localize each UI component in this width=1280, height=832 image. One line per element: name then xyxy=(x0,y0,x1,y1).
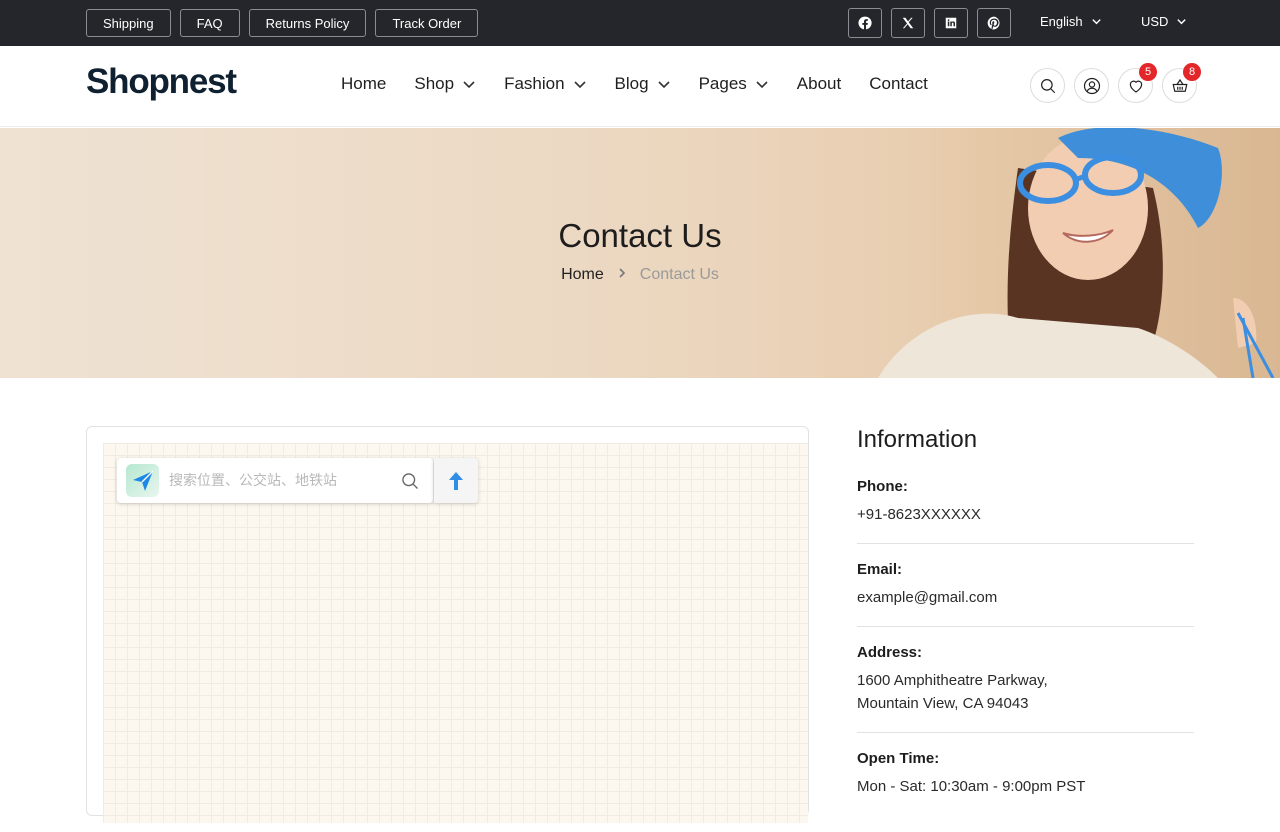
nav-label: About xyxy=(796,74,842,93)
chevron-down-icon xyxy=(573,81,586,89)
page-hero: Contact Us Home Contact Us xyxy=(0,128,1280,378)
email-label: Email: xyxy=(857,561,903,578)
hours-block: Open Time: Mon - Sat: 10:30am - 9:00pm P… xyxy=(857,750,1194,815)
cart-button[interactable]: 8 xyxy=(1162,63,1201,103)
faq-link[interactable]: FAQ xyxy=(179,9,240,37)
search-button[interactable] xyxy=(1030,68,1065,103)
contact-information: Information Phone: +91-8623XXXXXX Email:… xyxy=(857,426,1194,832)
wishlist-button[interactable]: 5 xyxy=(1118,63,1157,103)
nav-shop[interactable]: Shop xyxy=(414,74,476,94)
address-line-2: Mountain View, CA 94043 xyxy=(857,695,1029,712)
currency-select[interactable]: USD xyxy=(1141,14,1187,29)
social-links xyxy=(848,8,1011,38)
map-search-input[interactable] xyxy=(169,470,389,492)
breadcrumb-home-link[interactable]: Home xyxy=(561,266,604,284)
chevron-down-icon xyxy=(756,81,768,89)
facebook-icon[interactable] xyxy=(848,8,882,38)
language-label: English xyxy=(1040,14,1083,29)
nav-home[interactable]: Home xyxy=(341,74,386,94)
nav-label: Home xyxy=(341,74,387,93)
map-search-bar xyxy=(117,458,433,503)
header-icons: 5 8 xyxy=(1030,63,1201,103)
page-title: Contact Us xyxy=(558,217,722,254)
information-heading: Information xyxy=(857,426,978,453)
user-icon xyxy=(1083,77,1100,94)
chevron-down-icon xyxy=(463,81,475,89)
nav-pages[interactable]: Pages xyxy=(699,74,769,94)
nav-fashion[interactable]: Fashion xyxy=(504,74,586,94)
linkedin-icon[interactable] xyxy=(934,8,968,38)
site-logo[interactable]: Shopnest xyxy=(86,62,237,102)
email-value[interactable]: example@gmail.com xyxy=(857,586,1194,609)
map-directions-button[interactable] xyxy=(434,458,478,503)
nav-label: Fashion xyxy=(504,74,565,93)
search-icon[interactable] xyxy=(400,471,420,491)
phone-value[interactable]: +91-8623XXXXXX xyxy=(857,503,1194,526)
top-bar: Shipping FAQ Returns Policy Track Order … xyxy=(0,0,1280,46)
chevron-down-icon xyxy=(1091,19,1101,25)
main-nav: Home Shop Fashion Blog Pages About Conta… xyxy=(341,74,956,94)
x-icon[interactable] xyxy=(891,8,925,38)
map-logo-icon xyxy=(126,464,159,497)
directions-icon xyxy=(449,471,463,490)
currency-label: USD xyxy=(1141,14,1169,29)
returns-policy-link[interactable]: Returns Policy xyxy=(248,9,367,37)
search-icon xyxy=(1040,78,1055,93)
track-order-link[interactable]: Track Order xyxy=(375,9,479,37)
nav-label: Pages xyxy=(698,74,747,93)
language-select[interactable]: English xyxy=(1040,14,1102,29)
top-links: Shipping FAQ Returns Policy Track Order xyxy=(86,9,479,37)
pinterest-icon[interactable] xyxy=(977,8,1011,38)
nav-label: Shop xyxy=(414,74,455,93)
nav-label: Blog xyxy=(614,74,649,93)
chevron-down-icon xyxy=(658,81,670,89)
cart-count-badge: 8 xyxy=(1183,63,1201,81)
address-line-1: 1600 Amphitheatre Parkway, xyxy=(857,672,1048,689)
nav-blog[interactable]: Blog xyxy=(615,74,671,94)
nav-label: Contact xyxy=(869,74,928,93)
chevron-right-icon xyxy=(616,266,628,284)
site-header: Shopnest Home Shop Fashion Blog Pages Ab… xyxy=(0,46,1280,127)
breadcrumb-current: Contact Us xyxy=(639,266,719,283)
phone-label: Phone: xyxy=(857,478,908,495)
wishlist-count-badge: 5 xyxy=(1139,63,1157,81)
chevron-down-icon xyxy=(1177,19,1187,25)
address-label: Address: xyxy=(857,644,923,661)
hours-label: Open Time: xyxy=(857,750,940,767)
email-block: Email: example@gmail.com xyxy=(857,561,1194,627)
breadcrumb: Home Contact Us xyxy=(0,266,1280,284)
shipping-link[interactable]: Shipping xyxy=(86,9,171,37)
phone-block: Phone: +91-8623XXXXXX xyxy=(857,478,1194,544)
hours-value: Mon - Sat: 10:30am - 9:00pm PST xyxy=(857,778,1086,795)
address-block: Address: 1600 Amphitheatre Parkway, Moun… xyxy=(857,644,1194,733)
nav-contact[interactable]: Contact xyxy=(869,74,928,94)
nav-about[interactable]: About xyxy=(797,74,841,94)
account-button[interactable] xyxy=(1074,68,1109,103)
